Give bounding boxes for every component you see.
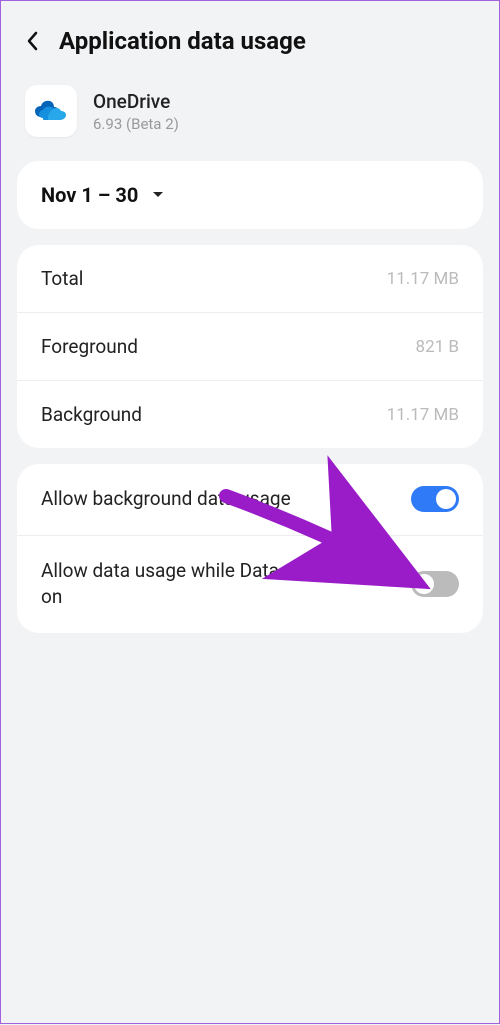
stat-label: Background <box>41 403 142 426</box>
usage-stats-card: Total 11.17 MB Foreground 821 B Backgrou… <box>17 245 483 448</box>
toggle-label: Allow background data usage <box>41 486 291 513</box>
toggle-label: Allow data usage while Data saver is on <box>41 558 361 611</box>
stat-row-background: Background 11.17 MB <box>17 381 483 448</box>
date-range-label: Nov 1 – 30 <box>41 183 138 207</box>
toggle-row-background-data: Allow background data usage <box>17 464 483 536</box>
toggle-allow-data-saver[interactable] <box>411 571 459 597</box>
onedrive-cloud-icon <box>34 99 68 123</box>
stat-label: Total <box>41 267 83 290</box>
toggle-row-data-saver: Allow data usage while Data saver is on <box>17 536 483 633</box>
stat-value: 11.17 MB <box>387 405 459 425</box>
stat-value: 821 B <box>416 337 459 357</box>
back-icon[interactable] <box>25 29 41 53</box>
date-range-selector[interactable]: Nov 1 – 30 <box>41 183 459 207</box>
app-icon <box>25 85 77 137</box>
toggle-allow-background-data[interactable] <box>411 486 459 512</box>
date-range-card: Nov 1 – 30 <box>17 161 483 229</box>
stat-row-total: Total 11.17 MB <box>17 245 483 313</box>
page-title: Application data usage <box>59 27 306 55</box>
app-version: 6.93 (Beta 2) <box>93 115 179 133</box>
stat-row-foreground: Foreground 821 B <box>17 313 483 381</box>
header: Application data usage <box>1 1 499 79</box>
stat-value: 11.17 MB <box>387 269 459 289</box>
app-info: OneDrive 6.93 (Beta 2) <box>1 79 499 161</box>
app-name: OneDrive <box>93 90 179 113</box>
toggles-card: Allow background data usage Allow data u… <box>17 464 483 633</box>
chevron-down-icon <box>152 191 164 199</box>
stat-label: Foreground <box>41 335 138 358</box>
